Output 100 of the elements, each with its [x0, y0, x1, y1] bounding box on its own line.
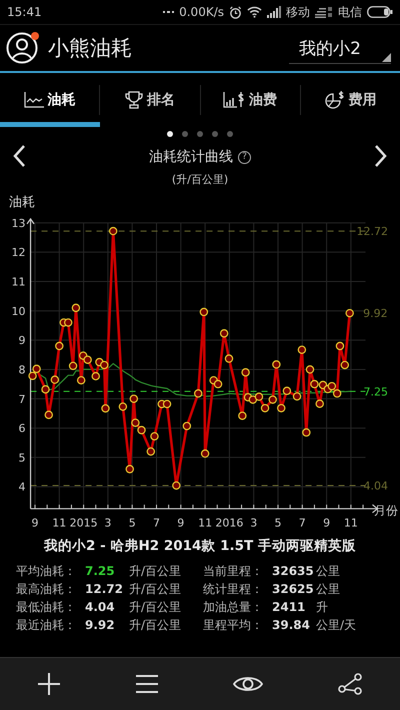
menu-icon[interactable]: [135, 674, 159, 694]
corner-triangle-icon: [382, 52, 391, 62]
y-tick-label: 4: [18, 480, 26, 494]
chevron-left-icon[interactable]: [12, 144, 26, 168]
help-button[interactable]: ?: [238, 150, 251, 164]
vehicle-dropdown[interactable]: 我的小2: [289, 32, 391, 64]
data-point: [55, 342, 64, 350]
stat-value: 7.25: [85, 564, 116, 578]
y-tick-label: 9: [18, 334, 26, 348]
data-point: [268, 395, 277, 404]
data-point: [41, 385, 50, 394]
data-point: [32, 364, 41, 374]
stat-unit: 公里/天: [316, 617, 356, 634]
data-point: [224, 354, 234, 363]
app-title: 小熊油耗: [48, 35, 133, 62]
reference-value: 7.25: [364, 385, 388, 398]
stat-unit: 公里: [316, 563, 340, 580]
stat-value: 2411: [272, 600, 306, 614]
chart-unit: (升/百公里): [172, 172, 228, 187]
page-dot[interactable]: [212, 131, 218, 137]
x-tick-label: 11: [344, 516, 358, 530]
stat-unit: 升/百公里: [129, 617, 182, 634]
user-avatar-icon[interactable]: [6, 32, 38, 64]
y-tick-label: 5: [18, 451, 26, 464]
tab[interactable]: 排名: [100, 84, 200, 114]
page-dot[interactable]: [182, 131, 188, 137]
x-tick-label: 3: [250, 516, 258, 530]
chevron-right-icon[interactable]: [374, 144, 388, 168]
stat-label: 最高油耗：: [16, 581, 77, 598]
data-point: [137, 426, 146, 434]
data-point: [194, 389, 202, 398]
stat-unit: 公里: [316, 581, 340, 598]
chart-title: 油耗统计曲线: [149, 148, 233, 166]
data-point: [200, 449, 210, 458]
page-dot[interactable]: [227, 131, 233, 137]
more-dots-icon: [162, 10, 174, 14]
x-tick-label: 9: [323, 516, 330, 530]
data-point: [146, 447, 156, 456]
stat-value: 32635: [272, 564, 315, 578]
data-point: [92, 372, 100, 380]
data-point: [162, 400, 172, 408]
data-point: [214, 380, 222, 388]
data-point: [310, 380, 319, 388]
x-tick-label: 5: [128, 516, 136, 530]
data-point: [277, 404, 286, 412]
data-point: [260, 404, 270, 412]
page-dot[interactable]: [167, 131, 173, 137]
data-point: [172, 481, 181, 490]
data-point: [292, 392, 302, 401]
x-tick-label: 3: [104, 516, 112, 530]
data-point: [200, 308, 208, 316]
stat-label: 里程平均：: [203, 617, 264, 634]
data-point: [126, 464, 134, 474]
y-tick-label: 10: [12, 304, 26, 318]
data-point: [220, 329, 228, 338]
stat-label: 当前里程：: [203, 563, 264, 580]
stat-unit: 升/百公里: [129, 599, 182, 616]
eye-icon[interactable]: [233, 675, 263, 693]
data-point: [64, 318, 72, 327]
reference-value: 12.72: [356, 225, 388, 238]
carrier-name: 移动: [286, 4, 310, 20]
stat-value: 4.04: [85, 600, 116, 614]
line-chart-icon: [24, 92, 44, 108]
stat-unit: 升: [316, 599, 328, 616]
data-point: [336, 342, 344, 350]
signal-icon: [315, 6, 333, 18]
alarm-icon: [229, 6, 242, 18]
y-tick-label: 11: [12, 276, 26, 288]
data-point: [118, 402, 128, 411]
tab[interactable]: 油耗: [0, 84, 100, 114]
network-speed: 0.00K/s: [179, 5, 224, 19]
data-point: [328, 382, 336, 390]
tab[interactable]: 油费: [200, 84, 301, 114]
data-point: [182, 422, 192, 430]
vehicle-title: 我的小2 - 哈弗H2 2014款 1.5T 手动两驱精英版: [42, 537, 357, 555]
stat-unit: 升/百公里: [129, 581, 182, 598]
tab[interactable]: 费用: [300, 84, 400, 114]
data-point: [282, 386, 292, 396]
page-dot[interactable]: [197, 131, 203, 137]
data-point: [238, 412, 247, 420]
x-tick-label: 7: [298, 516, 306, 530]
y-tick-label: 13: [12, 216, 26, 230]
x-tick-label: 2015: [70, 516, 98, 530]
data-point: [72, 304, 80, 312]
stat-unit: 升/百公里: [129, 563, 182, 580]
x-tick-label: 2016: [215, 516, 244, 530]
data-point: [76, 376, 86, 384]
stat-value: 9.92: [85, 618, 116, 632]
data-point: [100, 360, 108, 370]
data-point: [302, 428, 311, 437]
data-point: [298, 346, 306, 354]
add-icon[interactable]: [37, 672, 61, 696]
x-tick-label: 9: [177, 516, 184, 530]
data-point: [340, 360, 350, 370]
stat-label: 平均油耗：: [16, 563, 77, 580]
latest-value: 9.92: [363, 307, 388, 320]
x-tick-label: 7: [153, 516, 160, 530]
share-icon[interactable]: [337, 672, 363, 696]
stat-label: 加油总量：: [203, 599, 264, 616]
y-tick-label: 12: [12, 246, 26, 260]
